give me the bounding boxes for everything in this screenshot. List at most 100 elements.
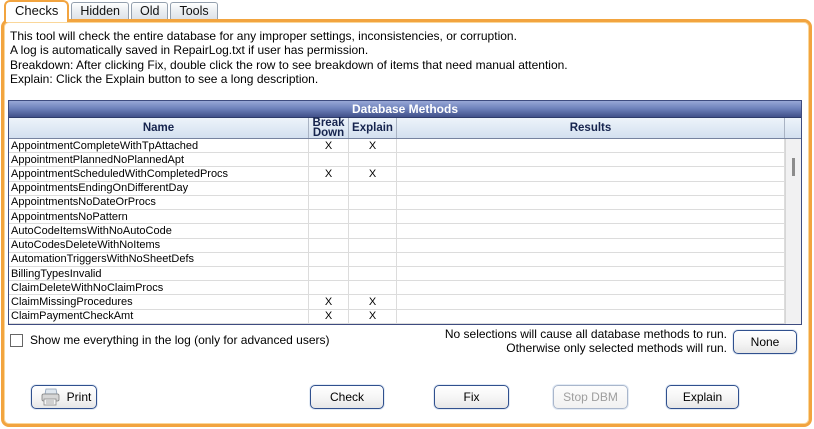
row-break-down-cell: X bbox=[309, 310, 349, 323]
grid-row[interactable]: ClaimPaymentCheckAmt X X bbox=[9, 310, 801, 324]
show-everything-checkbox[interactable] bbox=[10, 334, 23, 347]
check-button[interactable]: Check bbox=[310, 385, 384, 409]
row-explain-cell bbox=[349, 196, 397, 209]
row-name-cell: AppointmentCompleteWithTpAttached bbox=[9, 139, 309, 152]
column-header-spacer bbox=[785, 118, 801, 138]
row-results-cell bbox=[397, 139, 785, 152]
row-explain-cell bbox=[349, 210, 397, 223]
row-results-cell bbox=[397, 182, 785, 195]
print-button-label: Print bbox=[62, 390, 96, 404]
row-explain-cell: X bbox=[349, 310, 397, 323]
row-name-cell: AppointmentPlannedNoPlannedApt bbox=[9, 153, 309, 166]
instruction-line-2: A log is automatically saved in RepairLo… bbox=[10, 43, 568, 57]
tab-tools[interactable]: Tools bbox=[170, 2, 217, 19]
column-header-name[interactable]: Name bbox=[9, 118, 309, 138]
printer-icon bbox=[38, 388, 62, 407]
row-explain-cell bbox=[349, 253, 397, 266]
grid-row[interactable]: ClaimDeleteWithNoClaimProcs bbox=[9, 281, 801, 295]
grid-row[interactable]: ClaimMissingProcedures X X bbox=[9, 295, 801, 309]
stop-dbm-button[interactable]: Stop DBM bbox=[553, 385, 628, 409]
tab-checks[interactable]: Checks bbox=[4, 0, 69, 22]
column-header-results[interactable]: Results bbox=[397, 118, 785, 138]
row-results-cell bbox=[397, 310, 785, 323]
row-name-cell: AutomationTriggersWithNoSheetDefs bbox=[9, 253, 309, 266]
row-break-down-cell bbox=[309, 281, 349, 294]
grid-row[interactable]: AutoCodesDeleteWithNoItems bbox=[9, 239, 801, 253]
instructions-block: This tool will check the entire database… bbox=[10, 29, 568, 87]
row-name-cell: AppointmentsNoDateOrProcs bbox=[9, 196, 309, 209]
instruction-line-1: This tool will check the entire database… bbox=[10, 29, 568, 43]
row-break-down-cell: X bbox=[309, 139, 349, 152]
instruction-line-3: Breakdown: After clicking Fix, double cl… bbox=[10, 58, 568, 72]
tab-strip: Checks Hidden Old Tools bbox=[4, 0, 220, 22]
selection-note: No selections will cause all database me… bbox=[445, 328, 727, 355]
grid-row[interactable]: AutomationTriggersWithNoSheetDefs bbox=[9, 253, 801, 267]
row-explain-cell bbox=[349, 281, 397, 294]
row-name-cell: AutoCodeItemsWithNoAutoCode bbox=[9, 224, 309, 237]
row-explain-cell: X bbox=[349, 167, 397, 180]
row-break-down-cell bbox=[309, 253, 349, 266]
row-explain-cell bbox=[349, 267, 397, 280]
row-name-cell: AppointmentsEndingOnDifferentDay bbox=[9, 182, 309, 195]
none-button[interactable]: None bbox=[733, 330, 797, 354]
grid-title: Database Methods bbox=[9, 101, 801, 118]
print-button[interactable]: Print bbox=[31, 385, 97, 409]
explain-button[interactable]: Explain bbox=[666, 385, 739, 409]
database-methods-grid: Database Methods Name Break Down Explain… bbox=[8, 100, 802, 325]
show-everything-option: Show me everything in the log (only for … bbox=[10, 333, 330, 347]
grid-row[interactable]: AutoCodeItemsWithNoAutoCode bbox=[9, 224, 801, 238]
row-break-down-cell bbox=[309, 239, 349, 252]
row-break-down-cell bbox=[309, 210, 349, 223]
row-results-cell bbox=[397, 167, 785, 180]
grid-header-row: Name Break Down Explain Results bbox=[9, 118, 801, 139]
grid-row[interactable]: AppointmentCompleteWithTpAttached X X bbox=[9, 139, 801, 153]
grid-row[interactable]: AppointmentPlannedNoPlannedApt bbox=[9, 153, 801, 167]
row-results-cell bbox=[397, 267, 785, 280]
instruction-line-4: Explain: Click the Explain button to see… bbox=[10, 72, 568, 86]
grid-vertical-scrollbar[interactable] bbox=[785, 139, 801, 324]
row-explain-cell: X bbox=[349, 139, 397, 152]
row-break-down-cell bbox=[309, 196, 349, 209]
selection-note-line-2: Otherwise only selected methods will run… bbox=[445, 342, 727, 356]
row-name-cell: BillingTypesInvalid bbox=[9, 267, 309, 280]
row-break-down-cell: X bbox=[309, 167, 349, 180]
row-break-down-cell bbox=[309, 224, 349, 237]
grid-row[interactable]: AppointmentsNoPattern bbox=[9, 210, 801, 224]
row-results-cell bbox=[397, 153, 785, 166]
row-results-cell bbox=[397, 253, 785, 266]
tab-hidden[interactable]: Hidden bbox=[71, 2, 129, 19]
row-explain-cell: X bbox=[349, 295, 397, 308]
selection-note-line-1: No selections will cause all database me… bbox=[445, 328, 727, 342]
fix-button[interactable]: Fix bbox=[434, 385, 509, 409]
row-name-cell: ClaimPaymentCheckAmt bbox=[9, 310, 309, 323]
row-results-cell bbox=[397, 295, 785, 308]
row-explain-cell bbox=[349, 153, 397, 166]
row-results-cell bbox=[397, 196, 785, 209]
row-name-cell: AppointmentsNoPattern bbox=[9, 210, 309, 223]
row-name-cell: ClaimDeleteWithNoClaimProcs bbox=[9, 281, 309, 294]
row-name-cell: ClaimMissingProcedures bbox=[9, 295, 309, 308]
column-header-explain[interactable]: Explain bbox=[349, 118, 397, 138]
grid-row[interactable]: AppointmentsNoDateOrProcs bbox=[9, 196, 801, 210]
database-maintenance-window: Checks Hidden Old Tools This tool will c… bbox=[0, 0, 814, 429]
row-results-cell bbox=[397, 281, 785, 294]
grid-row[interactable]: AppointmentsEndingOnDifferentDay bbox=[9, 182, 801, 196]
row-break-down-cell bbox=[309, 267, 349, 280]
row-name-cell: AutoCodesDeleteWithNoItems bbox=[9, 239, 309, 252]
grid-scrollbar-thumb[interactable] bbox=[792, 158, 795, 176]
row-results-cell bbox=[397, 239, 785, 252]
show-everything-label: Show me everything in the log (only for … bbox=[30, 333, 330, 347]
row-break-down-cell: X bbox=[309, 295, 349, 308]
row-explain-cell bbox=[349, 224, 397, 237]
row-name-cell: AppointmentScheduledWithCompletedProcs bbox=[9, 167, 309, 180]
row-break-down-cell bbox=[309, 182, 349, 195]
row-results-cell bbox=[397, 224, 785, 237]
row-explain-cell bbox=[349, 239, 397, 252]
grid-row[interactable]: BillingTypesInvalid bbox=[9, 267, 801, 281]
row-explain-cell bbox=[349, 182, 397, 195]
column-header-break-down[interactable]: Break Down bbox=[309, 118, 349, 138]
grid-row[interactable]: AppointmentScheduledWithCompletedProcs X… bbox=[9, 167, 801, 181]
grid-body: AppointmentCompleteWithTpAttached X X Ap… bbox=[9, 139, 801, 324]
tab-old[interactable]: Old bbox=[131, 2, 168, 19]
row-break-down-cell bbox=[309, 153, 349, 166]
